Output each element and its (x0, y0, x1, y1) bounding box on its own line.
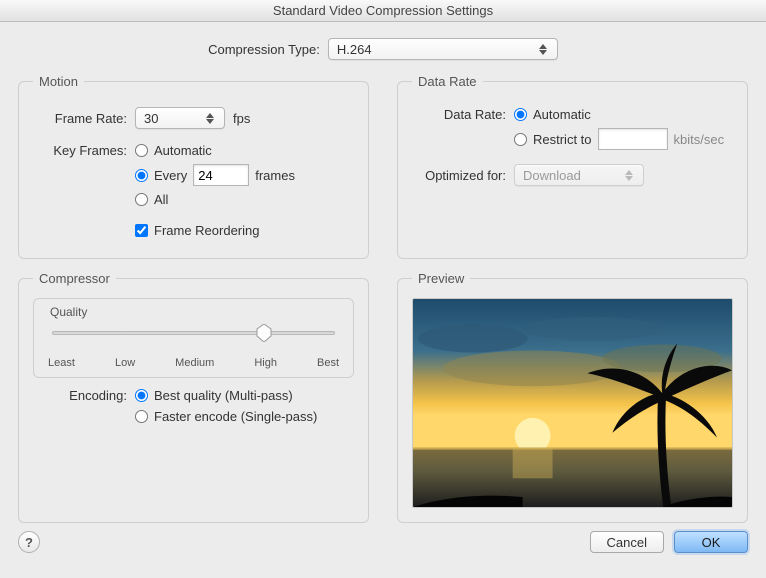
quality-tick-high: High (254, 357, 277, 369)
ok-button[interactable]: OK (674, 531, 748, 553)
frame-rate-label: Frame Rate: (33, 111, 127, 126)
stepper-icon (539, 44, 551, 55)
window-title: Standard Video Compression Settings (0, 0, 766, 22)
key-frames-every-unit: frames (255, 168, 295, 183)
encoding-label: Encoding: (33, 388, 127, 403)
frame-rate-value: 30 (144, 111, 158, 126)
help-button[interactable]: ? (18, 531, 40, 553)
data-rate-restrict-text: Restrict to (533, 132, 592, 147)
optimized-for-label: Optimized for: (412, 168, 506, 183)
frame-rate-unit: fps (233, 111, 250, 126)
preview-image (412, 298, 733, 508)
data-rate-restrict-unit: kbits/sec (674, 132, 725, 147)
quality-box: Quality Least Low Medium High Best (33, 298, 354, 378)
compression-type-label: Compression Type: (208, 42, 320, 57)
compressor-legend: Compressor (33, 271, 116, 286)
encoding-best-text: Best quality (Multi-pass) (154, 388, 293, 403)
quality-tick-low: Low (115, 357, 135, 369)
frame-reordering-label: Frame Reordering (154, 223, 260, 238)
data-rate-group: Data Rate Data Rate: Automatic Restrict … (397, 74, 748, 259)
optimized-for-select: Download (514, 164, 644, 186)
data-rate-automatic-radio[interactable]: Automatic (514, 107, 724, 122)
compression-type-select[interactable]: H.264 (328, 38, 558, 60)
encoding-best-radio[interactable]: Best quality (Multi-pass) (135, 388, 317, 403)
data-rate-legend: Data Rate (412, 74, 483, 89)
quality-tick-medium: Medium (175, 357, 214, 369)
key-frames-every-text: Every (154, 168, 187, 183)
quality-tick-least: Least (48, 357, 75, 369)
key-frames-automatic-text: Automatic (154, 143, 212, 158)
stepper-icon (625, 170, 637, 181)
quality-slider[interactable] (52, 327, 335, 355)
frame-reordering-checkbox[interactable]: Frame Reordering (135, 223, 260, 238)
preview-legend: Preview (412, 271, 470, 286)
compressor-group: Compressor Quality Least Low Medium High… (18, 271, 369, 523)
slider-thumb-icon[interactable] (256, 324, 272, 342)
data-rate-restrict-input[interactable] (598, 128, 668, 150)
encoding-faster-text: Faster encode (Single-pass) (154, 409, 317, 424)
key-frames-automatic-radio[interactable]: Automatic (135, 143, 295, 158)
encoding-faster-radio[interactable]: Faster encode (Single-pass) (135, 409, 317, 424)
key-frames-all-radio[interactable]: All (135, 192, 295, 207)
motion-group: Motion Frame Rate: 30 fps Key Frames: Au… (18, 74, 369, 259)
key-frames-every-input[interactable] (193, 164, 249, 186)
data-rate-label: Data Rate: (412, 107, 506, 122)
motion-legend: Motion (33, 74, 84, 89)
stepper-icon (206, 113, 218, 124)
quality-tick-best: Best (317, 357, 339, 369)
optimized-for-value: Download (523, 168, 581, 183)
preview-group: Preview (397, 271, 748, 523)
frame-rate-select[interactable]: 30 (135, 107, 225, 129)
quality-label: Quality (48, 305, 339, 325)
data-rate-restrict-radio[interactable]: Restrict to kbits/sec (514, 128, 724, 150)
cancel-button[interactable]: Cancel (590, 531, 664, 553)
data-rate-automatic-text: Automatic (533, 107, 591, 122)
compression-type-value: H.264 (337, 42, 372, 57)
key-frames-label: Key Frames: (33, 143, 127, 158)
key-frames-every-radio[interactable]: Every frames (135, 164, 295, 186)
key-frames-all-text: All (154, 192, 168, 207)
